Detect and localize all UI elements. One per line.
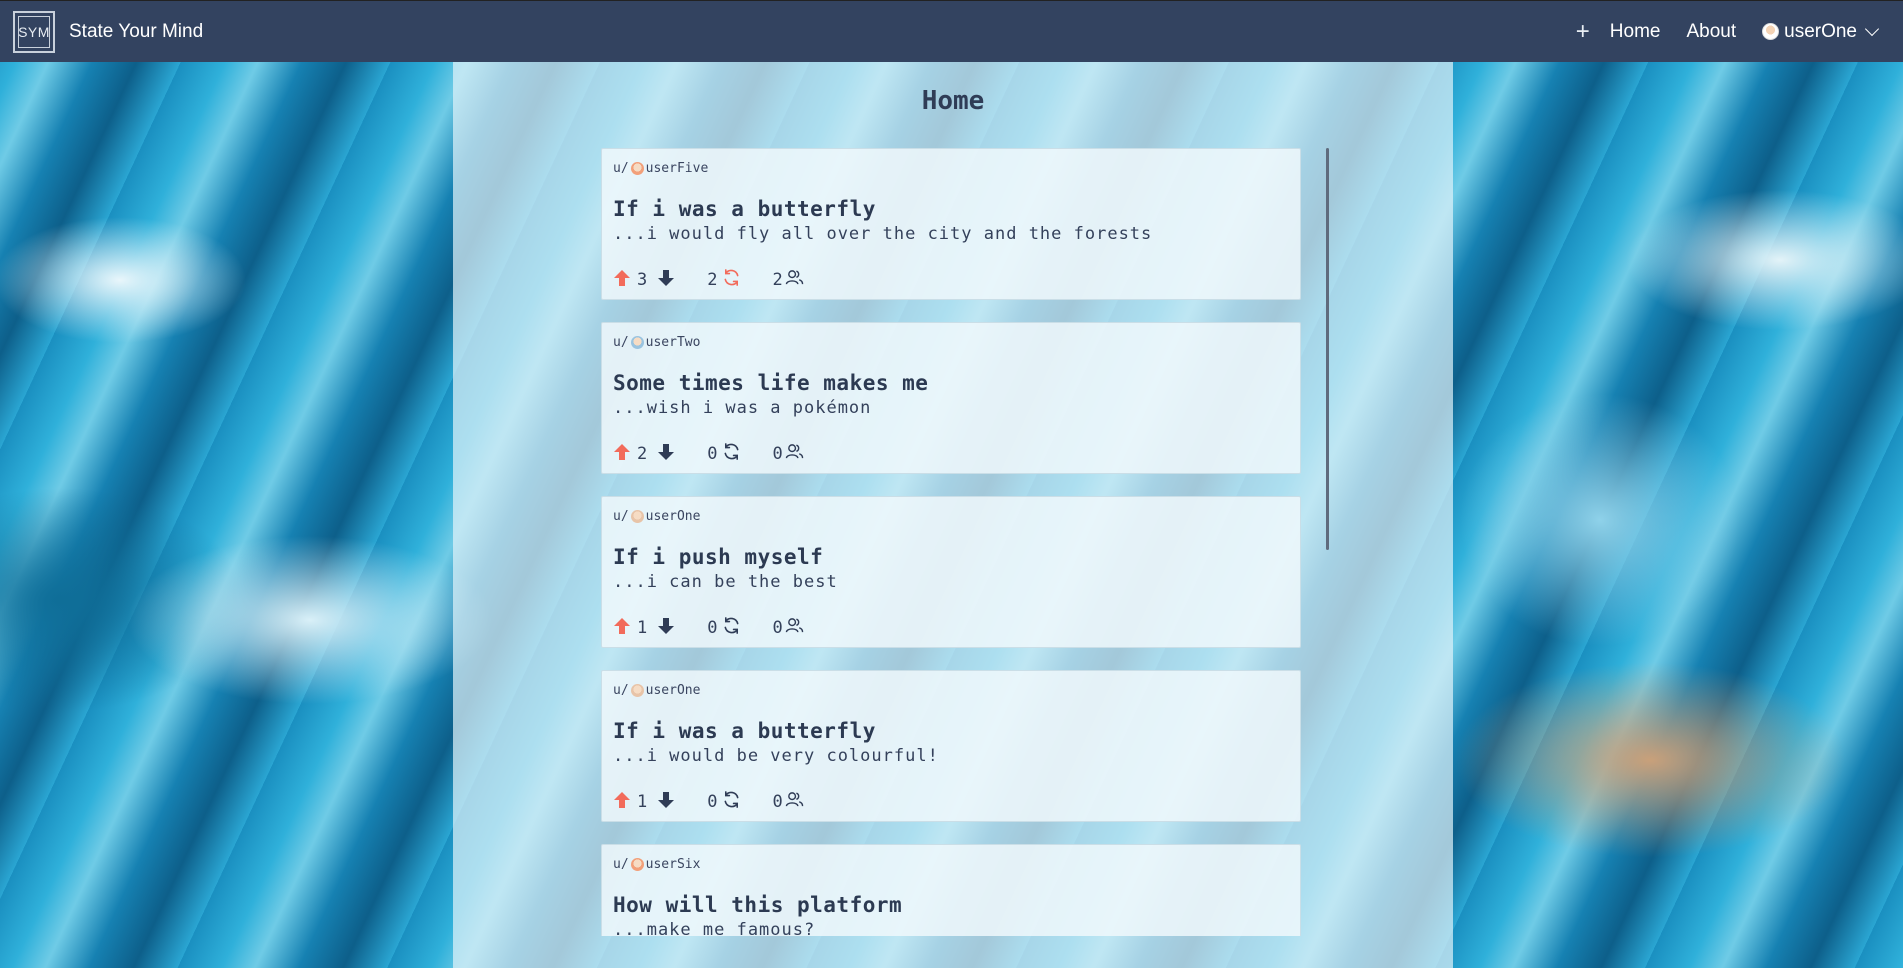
users-icon[interactable]: [785, 269, 804, 291]
post-card[interactable]: u/ userFive If i was a butterfly ...i wo…: [601, 148, 1301, 300]
post-body: ...i would be very colourful!: [613, 746, 939, 766]
post-body: ...i can be the best: [613, 572, 838, 592]
repost-icon[interactable]: [722, 268, 741, 292]
post-body: ...wish i was a pokémon: [613, 398, 872, 418]
author-name: userFive: [645, 160, 709, 176]
author-prefix: u/: [613, 856, 629, 872]
upvote-arrow-icon[interactable]: [613, 791, 631, 814]
upvote-count: 1: [637, 618, 648, 638]
members-count: 0: [772, 618, 783, 638]
post-author[interactable]: u/ userOne: [613, 681, 1289, 699]
downvote-arrow-icon[interactable]: [657, 269, 675, 292]
upvote-count: 3: [637, 270, 648, 290]
new-post-plus-icon[interactable]: +: [1576, 19, 1590, 44]
members-count: 2: [772, 270, 783, 290]
members-count: 0: [772, 792, 783, 812]
downvote-arrow-icon[interactable]: [657, 791, 675, 814]
user-menu-name: userOne: [1784, 20, 1857, 42]
post-title[interactable]: If i was a butterfly: [613, 197, 1289, 221]
brand-logo-text: SYM: [18, 23, 50, 40]
post-actions: 2 0 0: [613, 442, 804, 466]
post-card[interactable]: u/ userOne If i was a butterfly ...i wou…: [601, 670, 1301, 822]
author-prefix: u/: [613, 508, 629, 524]
post-actions: 1 0 0: [613, 616, 804, 640]
post-title[interactable]: If i push myself: [613, 545, 1289, 569]
post-author[interactable]: u/ userFive: [613, 159, 1289, 177]
author-avatar-icon: [630, 161, 644, 175]
post-feed[interactable]: u/ userFive If i was a butterfly ...i wo…: [601, 148, 1301, 936]
nav-link-home[interactable]: Home: [1610, 21, 1661, 43]
repost-count: 0: [707, 444, 718, 464]
post-author[interactable]: u/ userSix: [613, 855, 1289, 873]
main-panel: Home u/ userFive If i was a butterfly ..…: [453, 62, 1453, 968]
downvote-arrow-icon[interactable]: [657, 617, 675, 640]
author-name: userTwo: [645, 334, 701, 350]
user-avatar-icon: [1762, 23, 1780, 40]
post-title[interactable]: Some times life makes me: [613, 371, 1289, 395]
upvote-arrow-icon[interactable]: [613, 617, 631, 640]
upvote-count: 2: [637, 444, 648, 464]
upvote-count: 1: [637, 792, 648, 812]
post-actions: 1 0 0: [613, 790, 804, 814]
author-avatar-icon: [630, 335, 644, 349]
post-actions: 3 2 2: [613, 268, 804, 292]
users-icon[interactable]: [785, 791, 804, 813]
post-author[interactable]: u/ userOne: [613, 507, 1289, 525]
top-navbar: SYM State Your Mind + Home About userOne: [0, 0, 1903, 62]
upvote-arrow-icon[interactable]: [613, 443, 631, 466]
post-body: ...i would fly all over the city and the…: [613, 224, 1153, 244]
author-prefix: u/: [613, 160, 629, 176]
post-body: ...make me famous?: [613, 920, 816, 936]
author-prefix: u/: [613, 682, 629, 698]
nav-right: + Home About userOne: [1576, 19, 1880, 44]
repost-icon[interactable]: [722, 790, 741, 814]
chevron-down-icon: [1864, 21, 1880, 37]
author-name: userSix: [645, 856, 701, 872]
repost-count: 0: [707, 792, 718, 812]
user-menu[interactable]: userOne: [1762, 20, 1880, 43]
page-title: Home: [921, 86, 985, 116]
repost-count: 2: [707, 270, 718, 290]
downvote-arrow-icon[interactable]: [657, 443, 675, 466]
post-card[interactable]: u/ userTwo Some times life makes me ...w…: [601, 322, 1301, 474]
members-count: 0: [772, 444, 783, 464]
feed-scrollbar[interactable]: [1326, 148, 1329, 550]
post-card[interactable]: u/ userSix How will this platform ...mak…: [601, 844, 1301, 936]
author-prefix: u/: [613, 334, 629, 350]
author-avatar-icon: [630, 857, 644, 871]
author-name: userOne: [645, 682, 701, 698]
upvote-arrow-icon[interactable]: [613, 269, 631, 292]
repost-count: 0: [707, 618, 718, 638]
post-card[interactable]: u/ userOne If i push myself ...i can be …: [601, 496, 1301, 648]
users-icon[interactable]: [785, 617, 804, 639]
author-name: userOne: [645, 508, 701, 524]
post-author[interactable]: u/ userTwo: [613, 333, 1289, 351]
users-icon[interactable]: [785, 443, 804, 465]
repost-icon[interactable]: [722, 616, 741, 640]
repost-icon[interactable]: [722, 442, 741, 466]
author-avatar-icon: [630, 509, 644, 523]
brand-name[interactable]: State Your Mind: [69, 21, 203, 43]
nav-link-about[interactable]: About: [1686, 21, 1736, 43]
author-avatar-icon: [630, 683, 644, 697]
brand-logo[interactable]: SYM: [13, 10, 55, 53]
post-title[interactable]: How will this platform: [613, 893, 1289, 917]
post-title[interactable]: If i was a butterfly: [613, 719, 1289, 743]
